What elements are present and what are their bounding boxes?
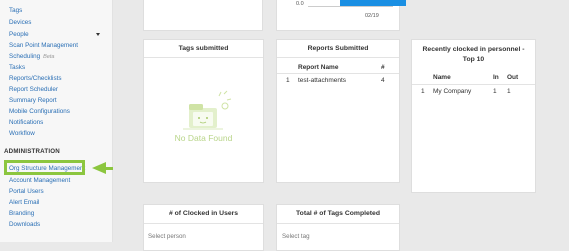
y-axis-tick: 0.0 (296, 1, 304, 7)
card-title: Recently clocked in personnel - Top 10 (422, 46, 525, 63)
chart-baseline (308, 6, 393, 7)
beta-badge: Beta (43, 54, 55, 60)
report-count: 4 (381, 77, 385, 84)
sidebar-item-reports-checklists[interactable]: Reports/Checklists (9, 75, 62, 82)
sidebar-item-downloads[interactable]: Downloads (9, 221, 40, 228)
card-title: # of Clocked in Users (168, 210, 239, 217)
column-header-report-name: Report Name (298, 64, 339, 71)
reports-submitted-card: Reports Submitted Report Name # 1 test-a… (276, 39, 400, 183)
sidebar-item-branding[interactable]: Branding (9, 210, 34, 217)
select-tag-dropdown[interactable]: Select tag (282, 233, 310, 240)
sidebar: Tags Devices People Scan Point Managemen… (0, 0, 113, 242)
recently-clocked-card: Recently clocked in personnel - Top 10 N… (411, 39, 536, 193)
chevron-down-icon[interactable] (96, 33, 100, 36)
header-divider (412, 84, 535, 85)
column-header-in: In (493, 74, 499, 81)
sidebar-item-portal-users[interactable]: Portal Users (9, 188, 44, 195)
x-axis-tick: 02/19 (365, 13, 379, 19)
sidebar-item-people[interactable]: People (9, 31, 29, 38)
sidebar-item-alert-email[interactable]: Alert Email (9, 199, 39, 206)
sidebar-item-notifications[interactable]: Notifications (9, 119, 43, 126)
column-header-count: # (381, 64, 385, 71)
sidebar-item-scan-point-management[interactable]: Scan Point Management (9, 42, 78, 49)
empty-folder-icon (183, 90, 232, 130)
sidebar-item-workflow[interactable]: Workflow (9, 130, 35, 137)
divider (277, 57, 399, 58)
sidebar-item-tags[interactable]: Tags (9, 7, 22, 14)
column-header-name: Name (433, 74, 451, 81)
tags-submitted-card: Tags submitted No Data Found (143, 39, 264, 183)
top-card-left (143, 0, 263, 31)
report-name[interactable]: test-attachments (298, 77, 346, 84)
top-chart-card: 0.0 02/19 (276, 0, 406, 31)
sidebar-item-report-scheduler[interactable]: Report Scheduler (9, 86, 58, 93)
column-header-out: Out (507, 74, 519, 81)
clock-in-count: 1 (493, 88, 497, 95)
sidebar-item-summary-report[interactable]: Summary Report (9, 97, 57, 104)
arrow-left-icon (92, 162, 106, 174)
person-name[interactable]: My Company (433, 88, 471, 95)
tags-completed-card: Total # of Tags Completed Select tag (276, 204, 400, 251)
card-title: Tags submitted (178, 45, 229, 52)
sidebar-item-scheduling[interactable]: Scheduling Beta (9, 53, 55, 60)
sidebar-item-account-management[interactable]: Account Management (9, 177, 70, 184)
no-data-text: No Data Found (174, 133, 233, 143)
sidebar-item-label: Scheduling (9, 53, 41, 60)
sidebar-item-mobile-configurations[interactable]: Mobile Configurations (9, 108, 70, 115)
card-title: Reports Submitted (307, 45, 369, 52)
divider (144, 223, 263, 224)
row-index: 1 (286, 77, 290, 84)
clocked-in-users-card: # of Clocked in Users Select person (143, 204, 264, 251)
sidebar-item-tasks[interactable]: Tasks (9, 64, 25, 71)
administration-heading: ADMINISTRATION (4, 148, 60, 155)
header-divider (277, 73, 399, 74)
sidebar-item-devices[interactable]: Devices (9, 19, 31, 26)
divider (277, 223, 399, 224)
clock-out-count: 1 (507, 88, 511, 95)
card-title: Total # of Tags Completed (296, 210, 380, 217)
chart-bar[interactable] (340, 0, 406, 6)
highlight-box (4, 160, 85, 175)
divider (144, 57, 263, 58)
row-index: 1 (421, 88, 425, 95)
select-person-dropdown[interactable]: Select person (148, 233, 186, 240)
